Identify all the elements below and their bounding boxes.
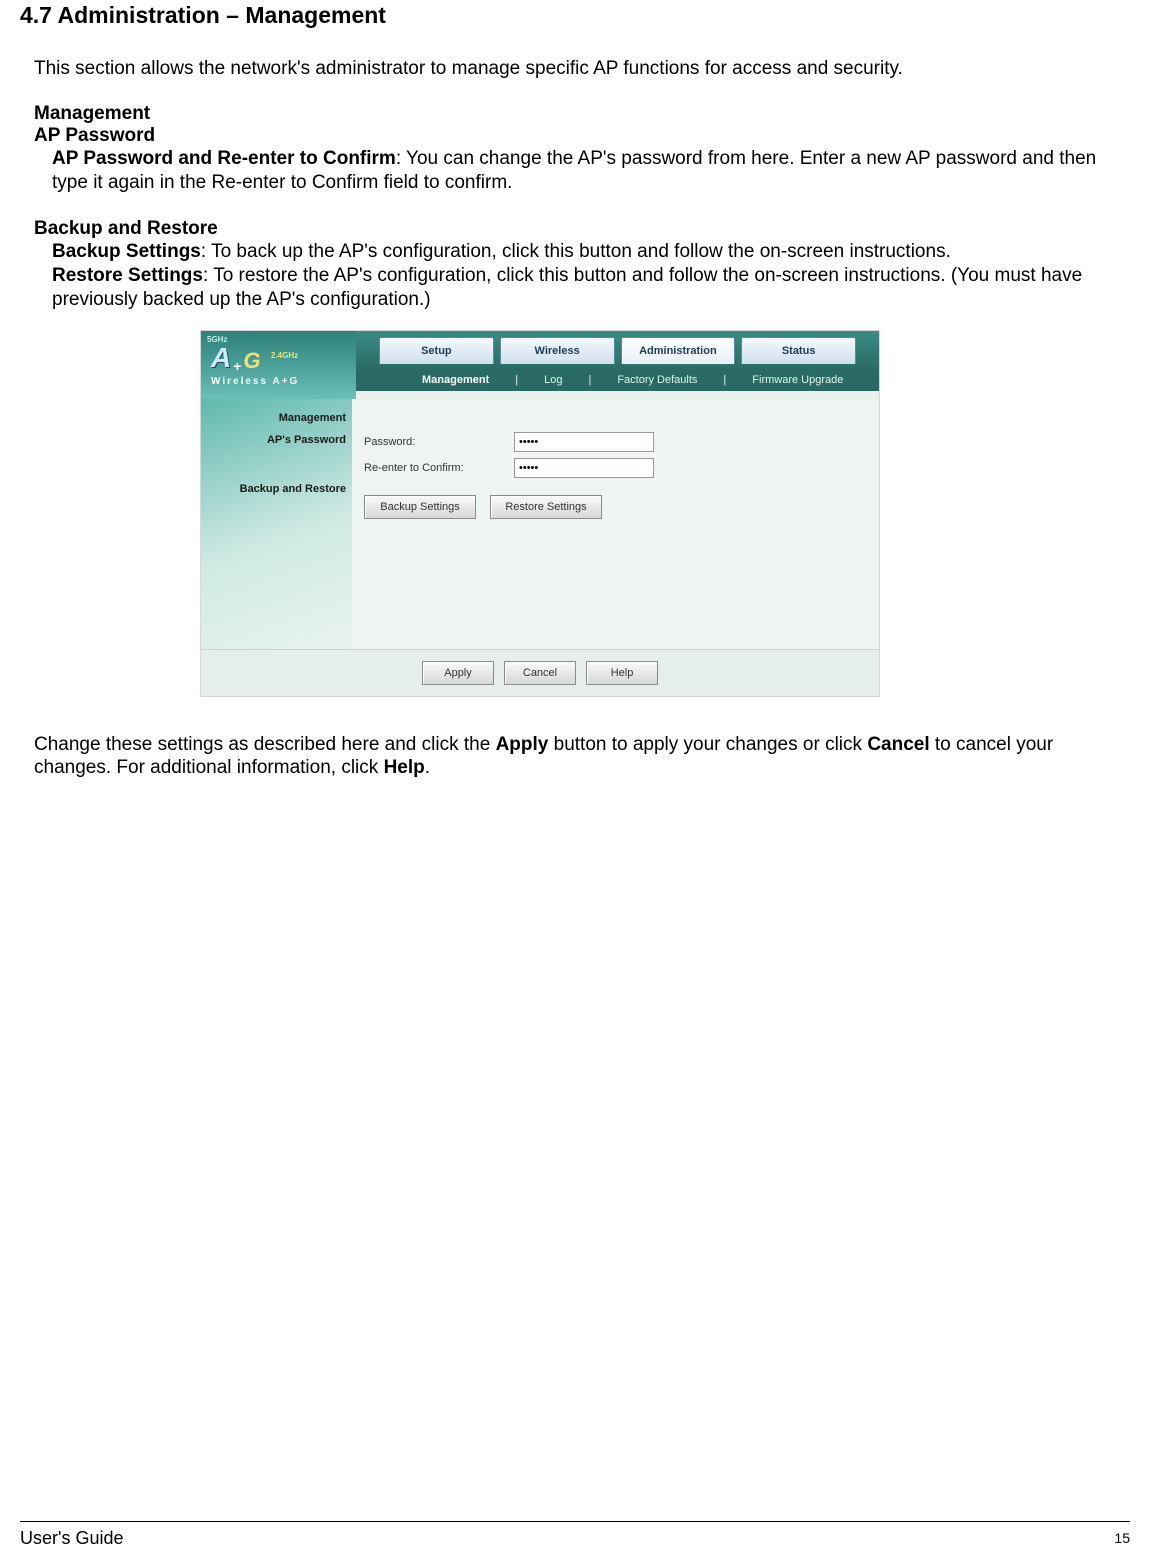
logo-plus: + — [233, 358, 241, 374]
backup-restore-heading: Backup and Restore — [20, 218, 1130, 240]
backup-desc-text: : To back up the AP's configuration, cli… — [201, 241, 951, 262]
page-number: 15 — [1114, 1528, 1130, 1546]
side-aps-password: AP's Password — [201, 429, 346, 451]
restore-label-bold: Restore Settings — [52, 265, 203, 286]
closing-paragraph: Change these settings as described here … — [20, 733, 1130, 781]
closing-apply-bold: Apply — [496, 734, 549, 755]
logo-subtitle: Wireless A+G — [211, 376, 356, 387]
logo-tag-5ghz: 5GHz — [207, 335, 227, 344]
closing-pre: Change these settings as described here … — [34, 734, 496, 755]
logo-area: 5GHz 2.4GHz A + G Wireless A+G — [201, 331, 356, 399]
closing-mid: button to apply your changes or click — [548, 734, 867, 755]
tab-status[interactable]: Status — [741, 337, 856, 364]
subnav-log[interactable]: Log — [518, 374, 588, 386]
backup-settings-button[interactable]: Backup Settings — [364, 495, 476, 519]
router-ui-panel: 5GHz 2.4GHz A + G Wireless A+G Setup Wir… — [200, 330, 880, 697]
restore-desc-text: : To restore the AP's configuration, cli… — [52, 265, 1082, 310]
confirm-label: Re-enter to Confirm: — [364, 462, 514, 474]
password-label: Password: — [364, 436, 514, 448]
closing-help-bold: Help — [384, 757, 425, 778]
subnav-firmware-upgrade[interactable]: Firmware Upgrade — [726, 374, 869, 386]
logo-letter-g: G — [243, 348, 260, 374]
ap-password-desc: AP Password and Re-enter to Confirm: You… — [20, 147, 1130, 195]
logo-letter-a: A — [211, 342, 231, 374]
ap-password-heading: AP Password — [20, 125, 1130, 147]
sub-nav: Management | Log | Factory Defaults | Fi… — [356, 369, 879, 391]
help-button[interactable]: Help — [586, 661, 658, 685]
subnav-management[interactable]: Management — [396, 374, 515, 386]
ap-password-label-bold: AP Password and Re-enter to Confirm — [52, 148, 396, 169]
side-management: Management — [201, 407, 346, 429]
management-heading: Management — [20, 103, 1130, 125]
cancel-button[interactable]: Cancel — [504, 661, 576, 685]
backup-label-bold: Backup Settings — [52, 241, 201, 262]
footer-title: User's Guide — [20, 1528, 123, 1549]
main-nav: Setup Wireless Administration Status — [356, 331, 879, 369]
confirm-input[interactable] — [514, 458, 654, 478]
intro-paragraph: This section allows the network's admini… — [20, 57, 1130, 81]
side-backup-restore: Backup and Restore — [201, 477, 346, 547]
tab-wireless[interactable]: Wireless — [500, 337, 615, 364]
logo-tag-24ghz: 2.4GHz — [271, 351, 298, 360]
closing-cancel-bold: Cancel — [867, 734, 929, 755]
password-input[interactable] — [514, 432, 654, 452]
backup-desc: Backup Settings: To back up the AP's con… — [20, 240, 1130, 264]
tab-administration[interactable]: Administration — [621, 337, 736, 364]
tab-setup[interactable]: Setup — [379, 337, 494, 364]
restore-desc: Restore Settings: To restore the AP's co… — [20, 264, 1130, 312]
apply-button[interactable]: Apply — [422, 661, 494, 685]
restore-settings-button[interactable]: Restore Settings — [490, 495, 602, 519]
closing-end: . — [425, 757, 430, 778]
side-labels: Management AP's Password Backup and Rest… — [201, 399, 352, 649]
section-heading: 4.7 Administration – Management — [20, 2, 1130, 29]
subnav-factory-defaults[interactable]: Factory Defaults — [591, 374, 723, 386]
page-footer: User's Guide 15 — [20, 1521, 1130, 1549]
ui-footer-bar: Apply Cancel Help — [201, 649, 879, 696]
